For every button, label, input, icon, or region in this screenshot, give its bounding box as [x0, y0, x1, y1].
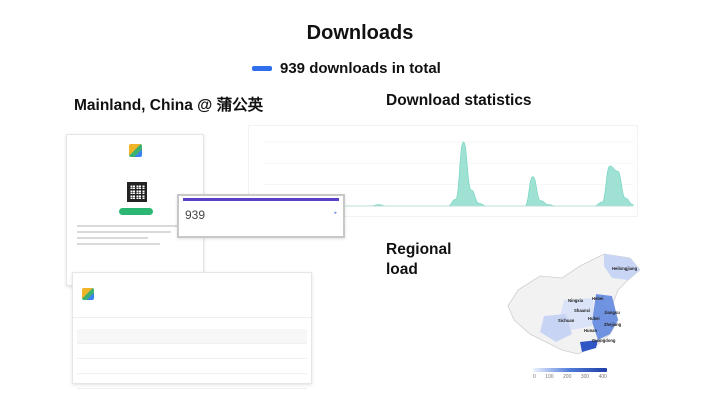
download-count-value: 939	[185, 208, 206, 222]
map-region-label: Hebei	[592, 296, 603, 301]
map-legend-gradient	[533, 368, 607, 372]
qr-code-icon	[127, 182, 147, 202]
map-legend-tick: 0	[533, 374, 536, 380]
count-card-link[interactable]: ▸	[334, 210, 337, 216]
install-button[interactable]	[119, 208, 153, 215]
map-region-label: Ningxia	[568, 298, 584, 303]
map-region-label: Zhejiang	[604, 322, 622, 327]
map-legend-tick: 400	[598, 374, 607, 380]
map-region-label: Heilongjiang	[612, 266, 638, 271]
map-region-label: Hunan	[584, 328, 597, 333]
mainland-china-label: Mainland, China @ 蒲公英	[74, 97, 264, 114]
map-legend: 0 100 200 300 400	[533, 368, 607, 388]
app-detail-screenshot	[72, 272, 312, 389]
china-map-svg: Heilongjiang Ningxia Hebei Shaanxi Jiangsu Si…	[507, 253, 641, 355]
regional-load-map: Heilongjiang Ningxia Hebei Shaanxi Jiangsu Si…	[500, 250, 650, 360]
count-card-bar	[183, 198, 339, 201]
map-region-label: Shaanxi	[574, 308, 590, 313]
regional-load-label: Regional load	[386, 241, 452, 278]
map-region-label: Jiangsu	[604, 310, 620, 315]
map-legend-tick: 300	[580, 374, 590, 380]
total-legend: 939 downloads in total	[252, 60, 441, 77]
app-icon	[129, 144, 142, 157]
legend-swatch	[252, 66, 272, 71]
slide-title: Downloads	[306, 22, 414, 44]
map-legend-tick: 100	[545, 374, 554, 380]
map-region-label: Sichuan	[558, 318, 575, 323]
download-statistics-label: Download statistics	[386, 92, 532, 109]
map-region-label: Guangdong	[592, 338, 616, 343]
map-legend-tick: 200	[563, 374, 572, 380]
app-icon	[82, 288, 94, 300]
download-count-card: 939 ▸	[177, 194, 345, 238]
version-table	[77, 329, 307, 389]
legend-text: 939 downloads in total	[280, 60, 441, 77]
map-region-label: Hubei	[588, 316, 600, 321]
